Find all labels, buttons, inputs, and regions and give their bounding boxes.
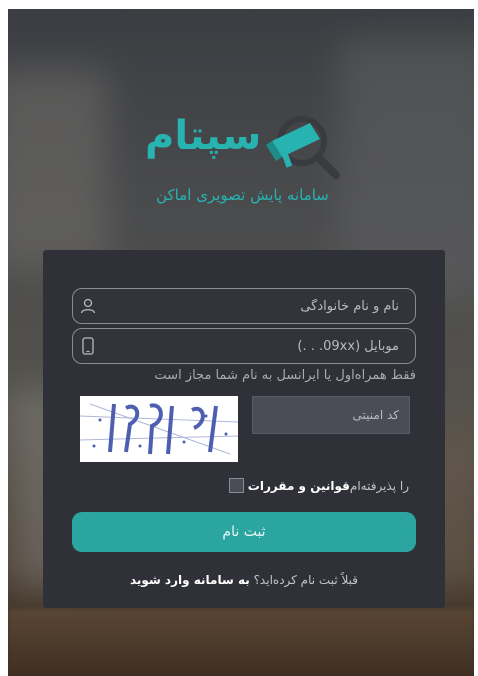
mobile-hint: فقط همراه‌اول یا ایرانسل به نام شما مجاز… xyxy=(154,368,416,383)
mobile-field[interactable] xyxy=(72,328,416,364)
terms-label: را پذیرفته‌ام xyxy=(349,478,409,493)
user-icon xyxy=(79,297,97,315)
app-screen: سپتام سامانه پایش تصویری اماکن فقط همراه… xyxy=(8,9,474,676)
register-button[interactable]: ثبت نام xyxy=(72,512,416,552)
terms-link[interactable]: قوانین و مقررات xyxy=(248,479,350,493)
mobile-phone-icon xyxy=(79,337,97,355)
register-card: فقط همراه‌اول یا ایرانسل به نام شما مجاز… xyxy=(43,250,445,608)
name-input[interactable] xyxy=(97,298,399,314)
terms-checkbox[interactable] xyxy=(228,478,244,493)
mobile-input[interactable] xyxy=(97,338,399,354)
background-blur xyxy=(8,69,108,269)
cctv-camera-magnifier-icon xyxy=(266,116,340,179)
terms-row: قوانین و مقررات را پذیرفته‌ام xyxy=(223,478,409,493)
login-prompt: قبلاً ثبت نام کرده‌اید؟ به سامانه وارد ش… xyxy=(72,573,416,587)
captcha-image xyxy=(80,396,238,462)
captcha-input[interactable] xyxy=(252,396,410,434)
name-field[interactable] xyxy=(72,288,416,324)
brand-subtitle: سامانه پایش تصویری اماکن xyxy=(156,186,329,204)
logo: سپتام سامانه پایش تصویری اماکن xyxy=(140,111,350,221)
login-question: قبلاً ثبت نام کرده‌اید؟ xyxy=(253,573,358,587)
brand-title: سپتام xyxy=(145,113,262,159)
login-link[interactable]: به سامانه وارد شوید xyxy=(130,573,250,587)
background-floor xyxy=(8,609,474,676)
